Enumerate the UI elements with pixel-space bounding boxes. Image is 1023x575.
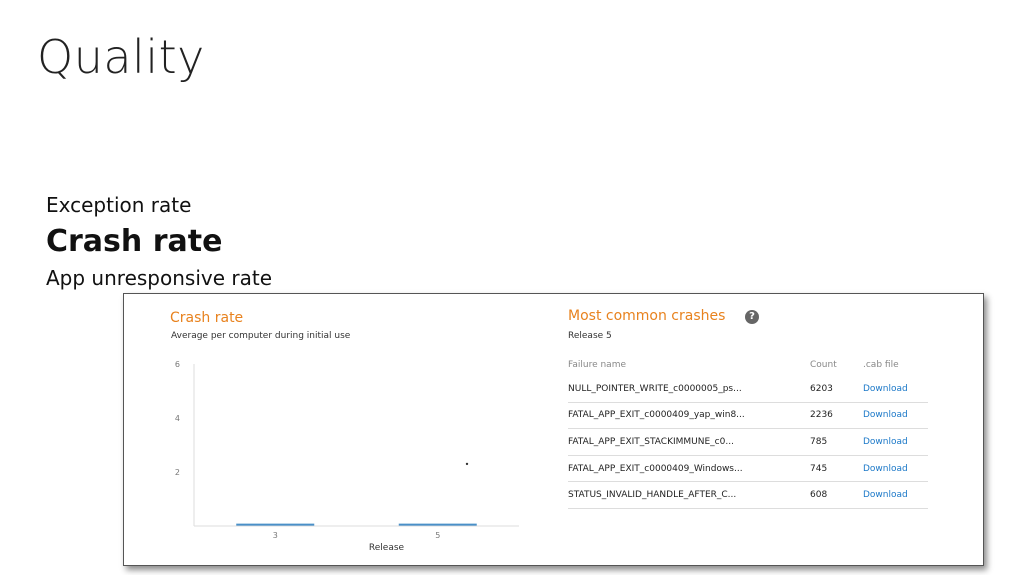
crash-rate-subtitle: Average per computer during initial use xyxy=(171,331,351,341)
table-row: NULL_POINTER_WRITE_c0000005_ps... 6203 D… xyxy=(568,376,928,403)
y-tick-label: 6 xyxy=(175,360,180,369)
failure-name: FATAL_APP_EXIT_c0000409_Windows... xyxy=(568,463,743,474)
x-axis-label: Release xyxy=(369,543,405,553)
failure-count: 745 xyxy=(810,463,828,474)
metric-app-unresponsive-rate: App unresponsive rate xyxy=(46,266,272,290)
crash-rate-title: Crash rate xyxy=(170,310,244,326)
failure-count: 6203 xyxy=(810,383,833,394)
y-tick-label: 2 xyxy=(175,468,180,477)
metric-crash-rate: Crash rate xyxy=(46,224,223,259)
column-header-failure-name: Failure name xyxy=(568,360,626,370)
download-link[interactable]: Download xyxy=(863,437,908,447)
most-common-crashes-title: Most common crashes xyxy=(568,308,726,324)
table-row: STATUS_INVALID_HANDLE_AFTER_C... 608 Dow… xyxy=(568,482,928,509)
failure-name: FATAL_APP_EXIT_c0000409_yap_win8... xyxy=(568,410,745,421)
crashes-table: Failure name Count .cab file NULL_POINTE… xyxy=(568,354,928,509)
table-row: FATAL_APP_EXIT_STACKIMMUNE_c0... 785 Dow… xyxy=(568,429,928,456)
failure-name: STATUS_INVALID_HANDLE_AFTER_C... xyxy=(568,490,737,501)
failure-count: 785 xyxy=(810,436,828,447)
table-row: FATAL_APP_EXIT_c0000409_yap_win8... 2236… xyxy=(568,403,928,430)
data-point xyxy=(465,462,469,466)
column-header-count: Count xyxy=(810,360,837,370)
failure-name: FATAL_APP_EXIT_STACKIMMUNE_c0... xyxy=(568,436,734,447)
failure-count: 2236 xyxy=(810,410,833,421)
x-tick-label: 5 xyxy=(435,531,440,540)
help-icon[interactable]: ? xyxy=(745,310,759,324)
table-row: FATAL_APP_EXIT_c0000409_Windows... 745 D… xyxy=(568,456,928,483)
release-label: Release 5 xyxy=(568,331,612,341)
table-header: Failure name Count .cab file xyxy=(568,354,928,376)
x-tick-label: 3 xyxy=(273,531,278,540)
failure-name: NULL_POINTER_WRITE_c0000005_ps... xyxy=(568,383,742,394)
metric-exception-rate: Exception rate xyxy=(46,193,192,217)
crash-rate-chart: 2 4 6 3 5 Release xyxy=(175,360,519,553)
download-link[interactable]: Download xyxy=(863,464,908,474)
download-link[interactable]: Download xyxy=(863,384,908,394)
y-tick-label: 4 xyxy=(175,414,180,423)
column-header-cab-file: .cab file xyxy=(863,360,899,370)
failure-count: 608 xyxy=(810,490,828,501)
download-link[interactable]: Download xyxy=(863,490,908,500)
download-link[interactable]: Download xyxy=(863,410,908,420)
slide-title: Quality xyxy=(37,30,205,84)
dashboard-screenshot: Crash rate Average per computer during i… xyxy=(123,293,984,566)
